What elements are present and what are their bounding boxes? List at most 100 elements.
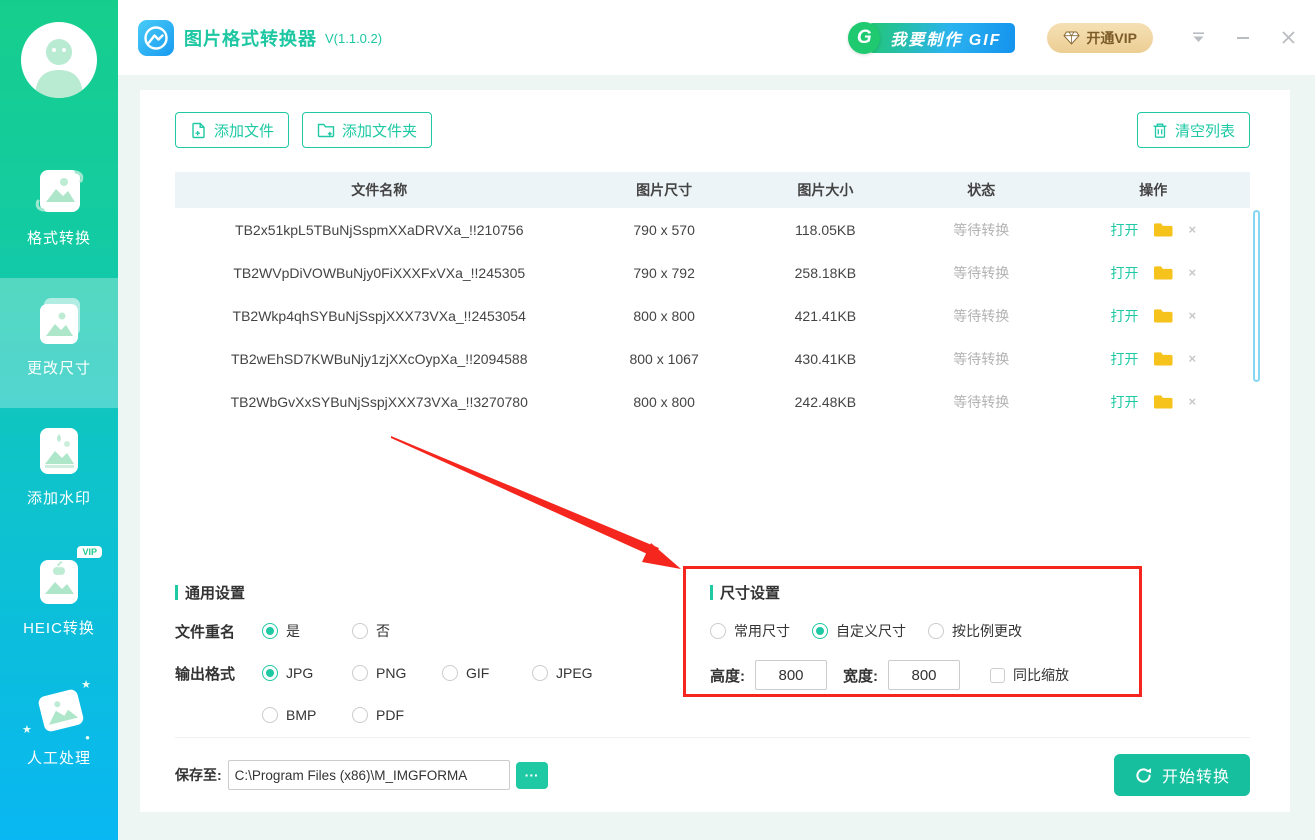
radio-option-gif[interactable]: GIF <box>442 665 532 681</box>
title-accent-bar <box>175 585 178 600</box>
folder-icon[interactable] <box>1153 351 1173 367</box>
sidebar-item-label: 人工处理 <box>26 750 91 767</box>
manual-process-icon: ★ ★ ● <box>22 679 91 742</box>
sidebar-item-heic[interactable]: VIP HEIC转换 <box>0 538 118 668</box>
title-accent-bar <box>710 585 713 600</box>
heic-icon: VIP <box>32 546 102 608</box>
make-gif-button[interactable]: G 我要制作 GIF <box>848 21 1016 54</box>
folder-icon[interactable] <box>1153 308 1173 324</box>
radio-option-common-size[interactable]: 常用尺寸 <box>710 621 790 641</box>
bottom-bar: 保存至: ··· 开始转换 <box>175 737 1250 812</box>
sidebar-item-label: 格式转换 <box>26 230 91 247</box>
radio-option-pdf[interactable]: PDF <box>352 707 442 723</box>
app-logo-icon <box>138 19 174 56</box>
clear-list-button[interactable]: 清空列表 <box>1136 112 1250 148</box>
sidebar: 格式转换 更改尺寸 添加水印 VIP HEIC转换 ★ ★ ● 人工处理 <box>0 0 118 840</box>
width-input[interactable] <box>888 660 960 690</box>
open-vip-button[interactable]: 开通VIP <box>1047 22 1153 53</box>
vip-badge: VIP <box>77 546 102 558</box>
close-button[interactable] <box>1279 29 1297 47</box>
format-label: 输出格式 <box>175 665 236 683</box>
resize-icon <box>32 294 86 348</box>
image-filesize: 258.18KB <box>794 264 857 281</box>
radio-icon <box>442 665 458 681</box>
radio-option-jpg[interactable]: JPG <box>262 665 352 681</box>
remove-row-icon[interactable]: × <box>1188 222 1196 237</box>
format-convert-icon <box>32 164 86 218</box>
folder-icon[interactable] <box>1153 394 1173 410</box>
image-filesize: 421.41KB <box>794 307 857 324</box>
radio-icon <box>352 707 368 723</box>
hide-to-tray-button[interactable] <box>1189 29 1207 47</box>
sidebar-item-label: 添加水印 <box>26 490 91 507</box>
radio-option-yes[interactable]: 是 <box>262 621 352 641</box>
radio-selected-icon <box>262 665 278 681</box>
app-title: 图片格式转换器 <box>184 28 317 49</box>
height-input[interactable] <box>755 660 827 690</box>
folder-icon[interactable] <box>1153 222 1173 238</box>
image-dimensions: 790 x 792 <box>633 264 695 281</box>
add-folder-button[interactable]: 添加文件夹 <box>302 112 433 148</box>
table-row: TB2wEhSD7KWBuNjy1zjXXcOypXa_!!2094588 80… <box>175 337 1250 380</box>
avatar[interactable] <box>21 22 97 98</box>
refresh-icon <box>1136 767 1152 783</box>
make-gif-label: 我要制作 GIF <box>868 22 1016 53</box>
radio-option-bmp[interactable]: BMP <box>262 707 352 723</box>
file-table: 文件名称 图片尺寸 图片大小 状态 操作 TB2x51kpL5TBuNjSspm… <box>175 172 1250 423</box>
sidebar-item-watermark[interactable]: 添加水印 <box>0 408 118 538</box>
remove-row-icon[interactable]: × <box>1188 351 1196 366</box>
table-header-row: 文件名称 图片尺寸 图片大小 状态 操作 <box>175 172 1250 208</box>
radio-option-jpeg[interactable]: JPEG <box>532 665 622 681</box>
radio-selected-icon <box>812 623 828 639</box>
open-link[interactable]: 打开 <box>1110 263 1138 283</box>
size-settings-title: 尺寸设置 <box>710 582 1069 603</box>
app-version: V(1.1.0.2) <box>325 31 383 46</box>
radio-option-png[interactable]: PNG <box>352 665 442 681</box>
image-dimensions: 800 x 800 <box>633 393 695 410</box>
add-folder-icon <box>317 123 335 138</box>
radio-icon <box>532 665 548 681</box>
radio-option-no[interactable]: 否 <box>352 621 442 641</box>
file-name: TB2WVpDiVOWBuNjy0FiXXXFxVXa_!!245305 <box>233 264 526 281</box>
radio-icon <box>710 623 726 639</box>
add-file-button[interactable]: 添加文件 <box>175 112 290 148</box>
status-text: 等待转换 <box>953 350 1010 367</box>
file-name: TB2x51kpL5TBuNjSspmXXaDRVXa_!!210756 <box>235 221 524 238</box>
chevron-down-icon <box>1192 32 1204 42</box>
minimize-icon <box>1237 36 1249 39</box>
col-header-dimensions: 图片尺寸 <box>636 182 693 198</box>
table-row: TB2Wkp4qhSYBuNjSspjXXX73VXa_!!2453054 80… <box>175 294 1250 337</box>
remove-row-icon[interactable]: × <box>1188 308 1196 323</box>
height-label: 高度: <box>710 667 745 685</box>
close-icon <box>1281 31 1295 44</box>
sidebar-item-format-convert[interactable]: 格式转换 <box>0 148 118 278</box>
sidebar-menu: 格式转换 更改尺寸 添加水印 VIP HEIC转换 ★ ★ ● 人工处理 <box>0 148 118 798</box>
minimize-button[interactable] <box>1234 29 1252 47</box>
table-row: TB2WbGvXxSYBuNjSspjXXX73VXa_!!3270780 80… <box>175 380 1250 423</box>
size-settings-section: 尺寸设置 常用尺寸 自定义尺寸 按比例更改 高度: 宽度: 同比缩放 <box>710 582 1069 690</box>
image-filesize: 430.41KB <box>794 350 857 367</box>
open-link[interactable]: 打开 <box>1110 306 1138 326</box>
radio-icon <box>352 665 368 681</box>
radio-option-by-ratio[interactable]: 按比例更改 <box>928 621 1022 641</box>
folder-icon[interactable] <box>1153 265 1173 281</box>
save-path-input[interactable] <box>227 760 510 790</box>
keep-ratio-checkbox[interactable] <box>990 667 1005 683</box>
open-link[interactable]: 打开 <box>1110 349 1138 369</box>
general-settings-title: 通用设置 <box>175 582 622 603</box>
image-dimensions: 790 x 570 <box>633 221 695 238</box>
image-dimensions: 800 x 800 <box>633 307 695 324</box>
start-convert-button[interactable]: 开始转换 <box>1113 754 1250 796</box>
remove-row-icon[interactable]: × <box>1188 265 1196 280</box>
radio-option-custom-size[interactable]: 自定义尺寸 <box>812 621 906 641</box>
sidebar-item-resize[interactable]: 更改尺寸 <box>0 278 118 408</box>
image-filesize: 118.05KB <box>795 221 856 238</box>
table-scrollbar[interactable] <box>1253 210 1260 382</box>
sidebar-item-manual[interactable]: ★ ★ ● 人工处理 <box>0 668 118 798</box>
browse-button[interactable]: ··· <box>515 761 548 789</box>
open-link[interactable]: 打开 <box>1110 392 1138 412</box>
remove-row-icon[interactable]: × <box>1188 394 1196 409</box>
open-link[interactable]: 打开 <box>1110 220 1138 240</box>
image-filesize: 242.48KB <box>794 393 857 410</box>
radio-icon <box>928 623 944 639</box>
